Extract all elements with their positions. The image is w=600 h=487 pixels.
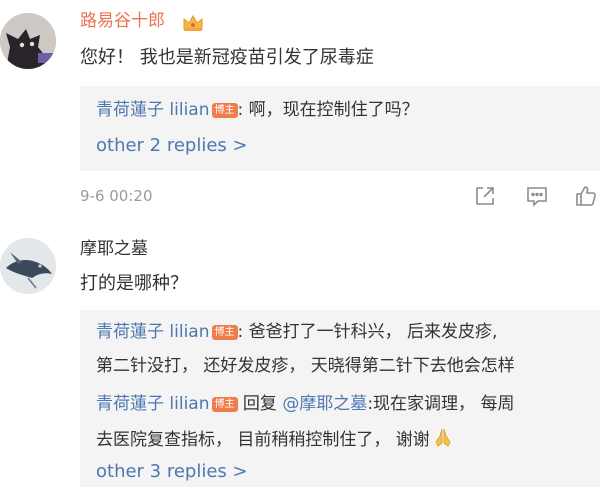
reply-panel: 青荷蓮子 lilian 博主: 爸爸打了一针科兴， 后来发皮疹, 第二针没打， 还… — [80, 310, 600, 487]
reply-username[interactable]: 青荷蓮子 lilian — [96, 322, 210, 342]
mention-link[interactable]: @摩耶之墓 — [282, 394, 367, 414]
more-replies-link[interactable]: other 3 replies > — [96, 460, 248, 484]
reply-item: 青荷蓮子 lilian 博主 回复 @摩耶之墓:现在家调理， 每周 — [96, 392, 514, 416]
reply-item: 青荷蓮子 lilian 博主: 爸爸打了一针科兴， 后来发皮疹, — [96, 320, 497, 344]
reply-text-continued: 第二针没打， 还好发皮疹， 天晓得第二针下去他会怎样 — [96, 356, 515, 376]
author-badge: 博主 — [211, 325, 238, 340]
author-badge: 博主 — [211, 397, 238, 412]
reply-text: :现在家调理， 每周 — [367, 394, 515, 414]
reply-prefix: 回复 — [237, 394, 283, 414]
avatar-bird — [0, 238, 56, 294]
reply-text-continued: 去医院复查指标， 目前稍稍控制住了， 谢谢 — [96, 430, 430, 450]
comment-item: 摩耶之墓 打的是哪种？ 青荷蓮子 lilian 博主: 爸爸打了一针科兴， 后来发… — [0, 0, 600, 487]
user-avatar[interactable] — [0, 238, 56, 294]
reply-item-continued: 去医院复查指标， 目前稍稍控制住了， 谢谢 — [96, 426, 454, 455]
pray-hands-icon — [432, 426, 454, 455]
reply-text: : 爸爸打了一针科兴， 后来发皮疹, — [237, 322, 498, 342]
comment-text: 打的是哪种？ — [80, 273, 188, 294]
reply-username[interactable]: 青荷蓮子 lilian — [96, 394, 210, 414]
comment-username[interactable]: 摩耶之墓 — [80, 238, 148, 260]
